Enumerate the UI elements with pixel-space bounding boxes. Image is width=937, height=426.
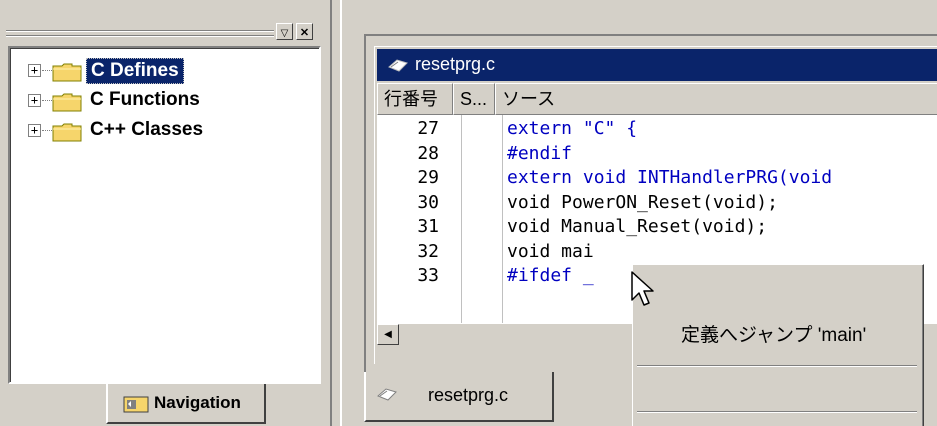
line-number: 27 bbox=[417, 118, 439, 139]
line-number: 33 bbox=[417, 265, 439, 286]
expand-plus-icon[interactable]: + bbox=[28, 64, 41, 77]
code-line[interactable]: #endif bbox=[507, 142, 937, 167]
arrow-left-icon: ◀ bbox=[384, 329, 392, 340]
code-line[interactable]: void mai bbox=[507, 240, 937, 265]
scroll-left-button[interactable]: ◀ bbox=[377, 324, 399, 345]
line-number: 32 bbox=[417, 240, 439, 262]
folder-icon bbox=[52, 123, 82, 142]
navigation-icon bbox=[123, 396, 149, 413]
menu-separator bbox=[637, 365, 917, 367]
code-line[interactable]: void PowerON_Reset(void); bbox=[507, 191, 937, 216]
chevron-down-icon: ▽ bbox=[280, 28, 289, 39]
column-header: 行番号 S... ソース bbox=[377, 83, 937, 115]
navigation-pane: ▽ ✕ + C Defines + C Functions + C++ Clas… bbox=[0, 0, 330, 426]
menu-item-label: 定義へジャンプ 'main' bbox=[681, 325, 867, 346]
folder-icon bbox=[52, 93, 82, 112]
column-line-number[interactable]: 行番号 bbox=[377, 83, 453, 115]
line-number: 31 bbox=[417, 216, 439, 237]
column-status[interactable]: S... bbox=[453, 83, 495, 115]
line-number: 30 bbox=[417, 191, 439, 213]
folder-icon bbox=[52, 63, 82, 82]
tree-item-label: C Defines bbox=[86, 58, 184, 84]
line-number: 29 bbox=[417, 167, 439, 188]
line-number: 28 bbox=[417, 142, 439, 164]
file-icon bbox=[377, 388, 397, 401]
context-menu: 定義へジャンプ 'main' bbox=[632, 264, 924, 426]
window-title-bar[interactable]: resetprg.c bbox=[377, 49, 937, 81]
close-icon: ✕ bbox=[299, 27, 310, 39]
code-line[interactable]: extern void INTHandlerPRG(void bbox=[507, 166, 937, 191]
menu-separator bbox=[637, 411, 917, 413]
symbol-tree[interactable]: + C Defines + C Functions + C++ Classes bbox=[8, 46, 321, 384]
status-column[interactable] bbox=[461, 115, 503, 323]
pane-close-button[interactable]: ✕ bbox=[296, 23, 313, 40]
menu-item-jump-to-definition[interactable]: 定義へジャンプ 'main' bbox=[637, 315, 917, 349]
tree-item-label: C++ Classes bbox=[90, 119, 204, 140]
expand-plus-icon[interactable]: + bbox=[28, 94, 41, 107]
line-number-column: 27 28 29 30 31 32 33 bbox=[377, 117, 461, 323]
expand-plus-icon[interactable]: + bbox=[28, 124, 41, 137]
tab-navigation[interactable]: Navigation bbox=[106, 384, 266, 424]
tree-item-label: C Functions bbox=[90, 89, 200, 110]
pane-grip-line-2[interactable] bbox=[6, 35, 274, 37]
column-source[interactable]: ソース bbox=[495, 83, 937, 115]
code-line[interactable]: void Manual_Reset(void); bbox=[507, 215, 937, 240]
code-line[interactable]: extern "C" { bbox=[507, 117, 937, 142]
pane-splitter[interactable] bbox=[330, 0, 342, 426]
source-lines[interactable]: extern "C" { #endif extern void INTHandl… bbox=[507, 117, 937, 289]
window-title: resetprg.c bbox=[415, 54, 496, 74]
mouse-cursor-icon bbox=[631, 271, 654, 306]
nav-tab-strip: Navigation bbox=[0, 384, 330, 426]
tab-label: resetprg.c bbox=[428, 385, 509, 405]
pane-grip-line[interactable] bbox=[6, 30, 274, 32]
pane-menu-button[interactable]: ▽ bbox=[276, 23, 293, 40]
file-icon bbox=[388, 59, 408, 72]
tab-label: Navigation bbox=[154, 393, 241, 412]
tab-resetprg[interactable]: resetprg.c bbox=[364, 372, 554, 422]
